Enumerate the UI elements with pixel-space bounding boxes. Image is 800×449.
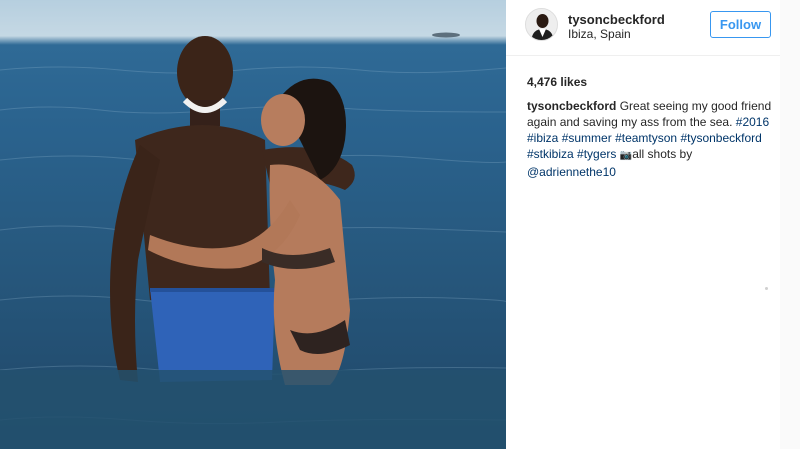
hashtag[interactable]: #stkibiza xyxy=(527,147,574,161)
avatar[interactable] xyxy=(525,8,558,41)
hashtag[interactable]: #tysonbeckford xyxy=(680,131,761,145)
follow-button[interactable]: Follow xyxy=(710,11,771,38)
hashtag[interactable]: #2016 xyxy=(736,115,769,129)
divider-dot xyxy=(765,287,768,290)
post-header: tysoncbeckford Ibiza, Spain Follow xyxy=(506,0,780,56)
mention[interactable]: @adriennethe10 xyxy=(527,165,616,179)
scrollbar[interactable] xyxy=(780,0,800,449)
caption-username[interactable]: tysoncbeckford xyxy=(527,99,616,113)
beach-couple-image xyxy=(0,32,506,449)
hashtag[interactable]: #ibiza xyxy=(527,131,558,145)
post-caption: tysoncbeckford Great seeing my good frie… xyxy=(527,98,772,180)
profile-photo-icon xyxy=(526,9,557,40)
post-sidebar: tysoncbeckford Ibiza, Spain Follow 4,476… xyxy=(506,0,800,449)
post-location[interactable]: Ibiza, Spain xyxy=(568,27,631,41)
caption-text-2: all shots by xyxy=(632,147,693,161)
camera-emoji-icon: 📷 xyxy=(619,150,633,161)
comments-area xyxy=(506,185,780,449)
post-photo[interactable] xyxy=(0,0,506,449)
likes-count[interactable]: 4,476 likes xyxy=(527,75,587,89)
post-username[interactable]: tysoncbeckford xyxy=(568,12,665,27)
hashtag[interactable]: #tygers xyxy=(577,147,616,161)
hashtag[interactable]: #summer xyxy=(562,131,612,145)
hashtag[interactable]: #teamtyson xyxy=(615,131,677,145)
